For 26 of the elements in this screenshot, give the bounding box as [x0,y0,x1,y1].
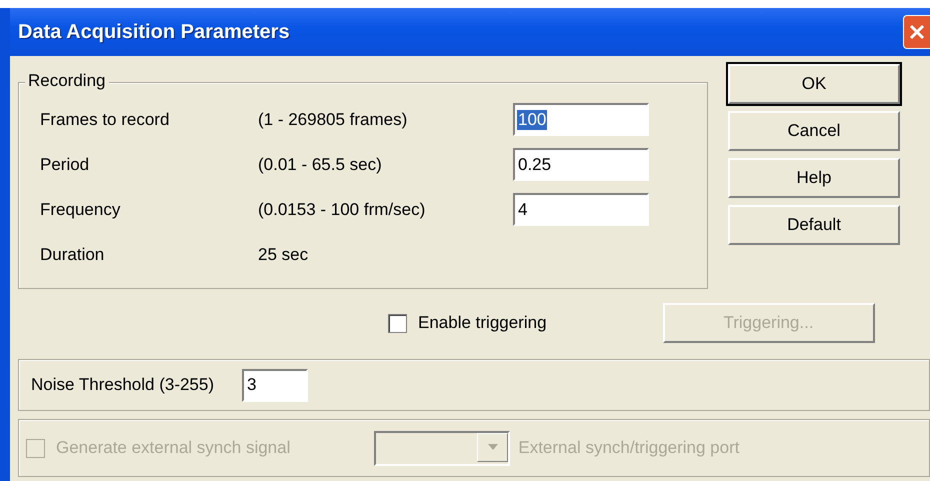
checkbox[interactable] [388,314,407,332]
close-button[interactable] [903,15,930,49]
dialog-button[interactable]: Default [728,205,900,245]
close-icon [909,24,925,40]
dialog-button[interactable]: Cancel [728,111,900,151]
input-field[interactable]: 100 [513,103,649,136]
range-hint: (1 - 269805 frames) [258,110,408,130]
dialog-button[interactable]: Help [728,158,900,198]
input-field[interactable]: 3 [242,368,308,402]
port-label: External synch/triggering port [518,438,740,458]
field-label: Frames to record [40,110,170,130]
dropdown-arrow-icon [488,444,498,450]
field-label: Duration [40,244,106,264]
range-hint: (0.01 - 65.5 sec) [258,154,383,174]
checkbox-label: Generate external synch signal [56,438,290,458]
field-label: Period [40,154,90,174]
field-label: Frequency [40,200,122,220]
duration-value: 25 sec [258,244,310,264]
window-title: Data Acquisition Parameters [18,20,290,44]
field-label: Noise Threshold (3-255) [31,375,214,395]
checkbox-label: Enable triggering [418,313,547,333]
range-hint: (0.0153 - 100 frm/sec) [258,200,426,220]
dialog-button[interactable]: OK [728,64,900,104]
input-field[interactable]: 4 [513,193,649,226]
group-title: Recording [25,71,108,91]
input-field[interactable]: 0.25 [513,148,649,181]
